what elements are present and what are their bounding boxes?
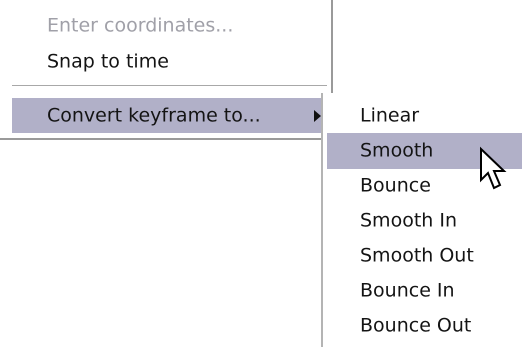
submenu-item-label: Bounce: [360, 174, 431, 197]
menu-item-label: Snap to time: [47, 50, 169, 73]
submenu-item-smooth-out[interactable]: Smooth Out: [323, 239, 522, 273]
submenu-item-bounce-in[interactable]: Bounce In: [323, 273, 522, 309]
menu-item-convert-keyframe[interactable]: Convert keyframe to...: [12, 98, 323, 133]
submenu-arrow-icon: [314, 109, 321, 122]
menu-item-snap-to-time[interactable]: Snap to time: [0, 44, 331, 80]
submenu-item-label: Smooth: [360, 139, 434, 162]
arrow-cursor-icon: [480, 146, 507, 190]
menu-item-label: Enter coordinates...: [47, 14, 234, 37]
submenu-item-label: Smooth In: [360, 209, 457, 232]
menu-separator: [12, 85, 327, 87]
menu-item-label: Convert keyframe to...: [47, 104, 261, 126]
convert-keyframe-submenu: Linear Smooth Bounce Smooth In Smooth Ou…: [321, 93, 522, 347]
submenu-item-label: Smooth Out: [360, 244, 474, 267]
submenu-item-bounce-out[interactable]: Bounce Out: [323, 309, 522, 343]
submenu-item-smooth-in[interactable]: Smooth In: [323, 203, 522, 239]
context-menu: Enter coordinates... Snap to time Conver…: [0, 0, 333, 140]
submenu-item-label: Bounce In: [360, 279, 455, 302]
menu-item-enter-coordinates: Enter coordinates...: [0, 8, 331, 44]
submenu-item-label: Linear: [360, 104, 420, 127]
submenu-item-label: Bounce Out: [360, 314, 472, 337]
submenu-item-linear[interactable]: Linear: [323, 98, 522, 134]
